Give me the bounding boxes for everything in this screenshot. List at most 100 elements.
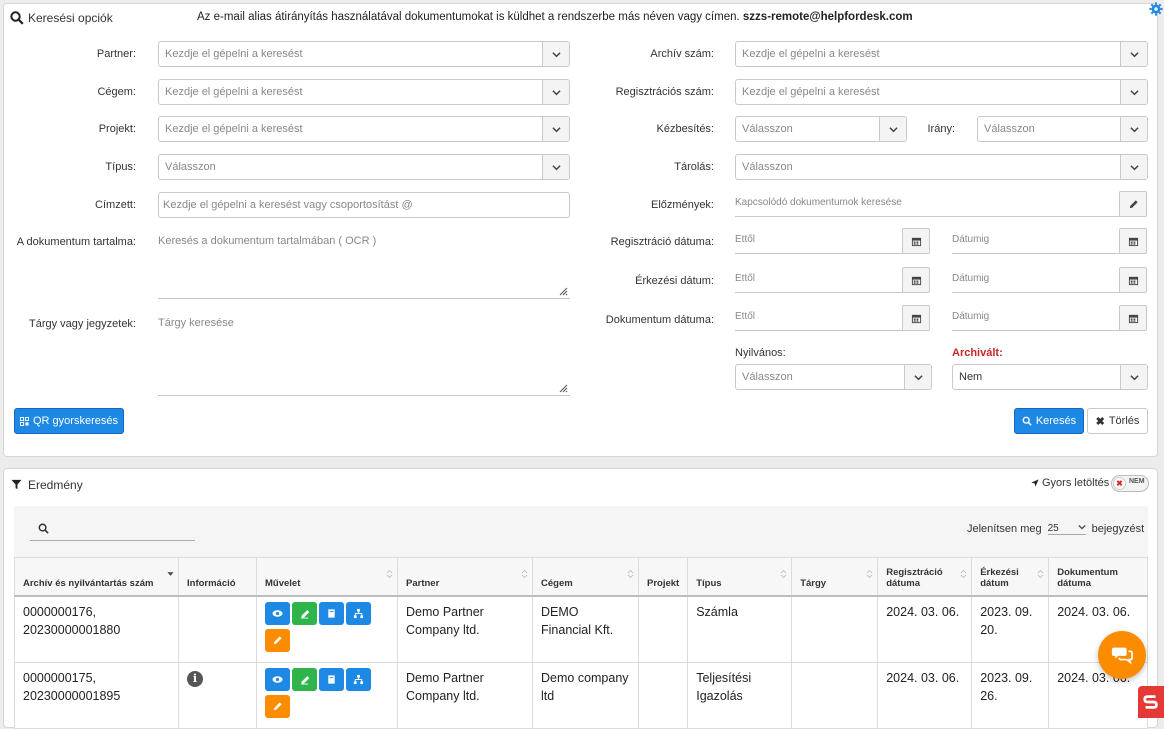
- quick-download-toggle[interactable]: ✖ NEM: [1111, 475, 1149, 492]
- chat-button[interactable]: [1098, 631, 1146, 679]
- cell-targy: [791, 661, 879, 729]
- erk-datum-to-input[interactable]: Dátumig: [952, 267, 1120, 293]
- reg-szam-label: Regisztrációs szám:: [615, 86, 714, 98]
- cell-partner: Demo Partner Company ltd.: [397, 595, 533, 663]
- clear-button[interactable]: ✖ Törlés: [1087, 408, 1148, 434]
- tipus-select[interactable]: Válasszon: [158, 154, 570, 180]
- pencil-icon[interactable]: [265, 628, 290, 652]
- calendar-icon[interactable]: [1119, 228, 1147, 254]
- calendar-icon[interactable]: [902, 267, 930, 293]
- archivalt-label: Archivált:: [952, 347, 1003, 359]
- elozmenyek-input[interactable]: Kapcsolódó dokumentumok keresése: [735, 191, 1120, 217]
- search-icon: [10, 11, 24, 25]
- resize-grip-icon[interactable]: [558, 383, 568, 393]
- partner-select[interactable]: Kezdje el gépelni a keresést: [158, 41, 570, 67]
- calendar-icon[interactable]: [902, 305, 930, 331]
- chevron-down-icon: [542, 42, 569, 66]
- partner-label: Partner:: [96, 48, 136, 60]
- eye-icon[interactable]: [265, 601, 290, 625]
- cell-archiv: 0000000176, 20230000001880: [14, 595, 179, 663]
- column-header-erk-datum[interactable]: Érkezési dátum: [971, 557, 1050, 597]
- cell-archiv: 0000000175, 20230000001895: [14, 661, 179, 729]
- edit-document-icon[interactable]: [292, 601, 317, 625]
- irany-select[interactable]: Válasszon: [977, 116, 1148, 142]
- dok-datum-to-input[interactable]: Dátumig: [952, 305, 1120, 331]
- column-header-dok-datum[interactable]: Dokumentum dátuma: [1048, 557, 1148, 597]
- calendar-icon[interactable]: [1119, 267, 1147, 293]
- gear-icon[interactable]: [1149, 2, 1164, 17]
- brand-logo: [1138, 686, 1164, 718]
- close-icon: ✖: [1113, 477, 1126, 490]
- reg-szam-select[interactable]: Kezdje el gépelni a keresést: [735, 79, 1148, 105]
- cell-tipus: Teljesítési Igazolás: [687, 661, 793, 729]
- sort-icon: [960, 569, 967, 579]
- results-table: Archív és nyilvántartás szám Információ …: [14, 557, 1148, 729]
- table-row[interactable]: 0000000176, 20230000001880 Demo Partner …: [14, 595, 1148, 663]
- cell-actions: [256, 661, 398, 729]
- column-header-action[interactable]: Művelet: [256, 557, 398, 597]
- results-panel: Eredmény Gyors letöltés ✖ NEM Jelenítsen…: [3, 468, 1158, 729]
- column-header-tipus[interactable]: Típus: [687, 557, 793, 597]
- search-options-panel: Keresési opciók Az e-mail alias átirányí…: [3, 3, 1158, 457]
- edit-document-icon[interactable]: [292, 667, 317, 691]
- toggle-state: NEM: [1129, 478, 1145, 485]
- archiv-szam-label: Archív szám:: [650, 48, 714, 60]
- table-search-input[interactable]: [30, 520, 195, 541]
- dok-datum-from-input[interactable]: Ettől: [735, 305, 903, 331]
- pencil-icon[interactable]: [1119, 191, 1147, 217]
- erk-datum-label: Érkezési dátum:: [635, 275, 714, 287]
- column-header-info[interactable]: Információ: [178, 557, 257, 597]
- archivalt-select[interactable]: Nem: [952, 364, 1148, 390]
- entries-label: bejegyzést: [1091, 523, 1145, 535]
- search-button[interactable]: Keresés: [1014, 408, 1084, 434]
- sitemap-icon[interactable]: [346, 667, 371, 691]
- erk-datum-from-input[interactable]: Ettől: [735, 267, 903, 293]
- resize-grip-icon[interactable]: [558, 286, 568, 296]
- table-row[interactable]: 0000000175, 20230000001895 i Demo Partne…: [14, 661, 1148, 729]
- projekt-select[interactable]: Kezdje el gépelni a keresést: [158, 116, 570, 142]
- column-header-targy[interactable]: Tárgy: [791, 557, 879, 597]
- column-header-projekt[interactable]: Projekt: [637, 557, 689, 597]
- reg-datum-to-input[interactable]: Dátumig: [952, 228, 1120, 254]
- column-header-cegem[interactable]: Cégem: [532, 557, 639, 597]
- eye-icon[interactable]: [265, 667, 290, 691]
- cell-partner: Demo Partner Company ltd.: [397, 661, 533, 729]
- column-header-archiv[interactable]: Archív és nyilvántartás szám: [14, 557, 179, 597]
- book-icon[interactable]: [319, 667, 344, 691]
- calendar-icon[interactable]: [902, 228, 930, 254]
- cegem-label: Cégem:: [97, 86, 136, 98]
- pencil-icon[interactable]: [265, 694, 290, 718]
- nyilvanos-select[interactable]: Válasszon: [735, 364, 932, 390]
- archiv-szam-select[interactable]: Kezdje el gépelni a keresést: [735, 41, 1148, 67]
- chevron-down-icon: [542, 80, 569, 104]
- info-icon[interactable]: i: [187, 670, 203, 687]
- cell-reg-datum: 2024. 03. 06.: [877, 595, 973, 663]
- chevron-down-icon: [1120, 42, 1147, 66]
- cell-actions: [256, 595, 398, 663]
- cell-info: i: [178, 661, 257, 729]
- cell-cegem: Demo company ltd: [532, 661, 639, 729]
- cell-tipus: Számla: [687, 595, 793, 663]
- chevron-down-icon: [1120, 365, 1147, 389]
- column-header-reg-datum[interactable]: Regisztráció dátuma: [877, 557, 973, 597]
- subject-notes-textarea[interactable]: Tárgy keresése: [158, 317, 570, 396]
- cimzett-input[interactable]: Kezdje el gépelni a keresést vagy csopor…: [158, 192, 570, 218]
- chevron-down-icon: [1120, 117, 1147, 141]
- ocr-content-textarea[interactable]: Keresés a dokumentum tartalmában ( OCR ): [158, 235, 570, 299]
- reg-datum-label: Regisztráció dátuma:: [610, 236, 714, 248]
- elozmenyek-label: Előzmények:: [651, 199, 714, 211]
- dok-datum-label: Dokumentum dátuma:: [605, 314, 714, 326]
- reg-datum-from-input[interactable]: Ettől: [735, 228, 903, 254]
- column-header-partner[interactable]: Partner: [397, 557, 533, 597]
- tarolas-select[interactable]: Válasszon: [735, 154, 1148, 180]
- projekt-label: Projekt:: [98, 123, 136, 135]
- cegem-select[interactable]: Kezdje el gépelni a keresést: [158, 79, 570, 105]
- chevron-down-icon: [542, 117, 569, 141]
- book-icon[interactable]: [319, 601, 344, 625]
- sitemap-icon[interactable]: [346, 601, 371, 625]
- kezbesites-select[interactable]: Válasszon: [735, 116, 907, 142]
- page-length-select[interactable]: 25: [1047, 523, 1086, 535]
- page-length-control: Jelenítsen meg 25 bejegyzést: [967, 523, 1144, 535]
- calendar-icon[interactable]: [1119, 305, 1147, 331]
- qr-quick-search-button[interactable]: QR gyorskeresés: [14, 408, 124, 434]
